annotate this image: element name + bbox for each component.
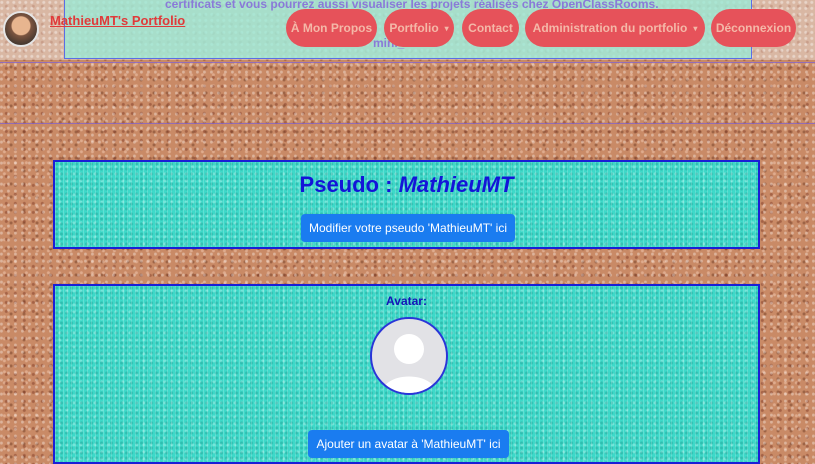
brand-link[interactable]: MathieuMT's Portfolio (50, 13, 185, 28)
pseudo-value: MathieuMT (398, 172, 514, 197)
pseudo-card: Pseudo : MathieuMT Modifier votre pseudo… (53, 160, 760, 249)
avatar-label: Avatar: (386, 294, 427, 308)
user-avatar[interactable] (3, 11, 39, 47)
nav-label: Contact (468, 21, 513, 35)
nav-label: Administration du portfolio (532, 21, 688, 35)
nav-label: Déconnexion (715, 21, 792, 35)
nav-label: À Mon Propos (290, 21, 373, 35)
edit-pseudo-button[interactable]: Modifier votre pseudo 'MathieuMT' ici (301, 214, 515, 242)
user-silhouette-icon (382, 334, 436, 393)
avatar-card: Avatar: Ajouter un avatar à 'MathieuMT' … (53, 284, 760, 464)
nav-item-contact[interactable]: Contact (462, 9, 519, 47)
add-avatar-button[interactable]: Ajouter un avatar à 'MathieuMT' ici (308, 430, 509, 458)
nav-item-admin[interactable]: Administration du portfolio ▾ (525, 9, 705, 47)
nav-item-logout[interactable]: Déconnexion (711, 9, 796, 47)
pseudo-heading: Pseudo : MathieuMT (55, 172, 758, 198)
chevron-down-icon: ▾ (693, 23, 698, 33)
header-divider (0, 62, 815, 63)
nav-item-about[interactable]: À Mon Propos (286, 9, 377, 47)
section-divider (0, 123, 815, 124)
pseudo-label: Pseudo : (299, 172, 393, 197)
nav-label: Portfolio (389, 21, 439, 35)
default-user-icon (370, 317, 448, 395)
chevron-down-icon: ▾ (444, 23, 449, 33)
nav-item-portfolio[interactable]: Portfolio ▾ (384, 9, 454, 47)
